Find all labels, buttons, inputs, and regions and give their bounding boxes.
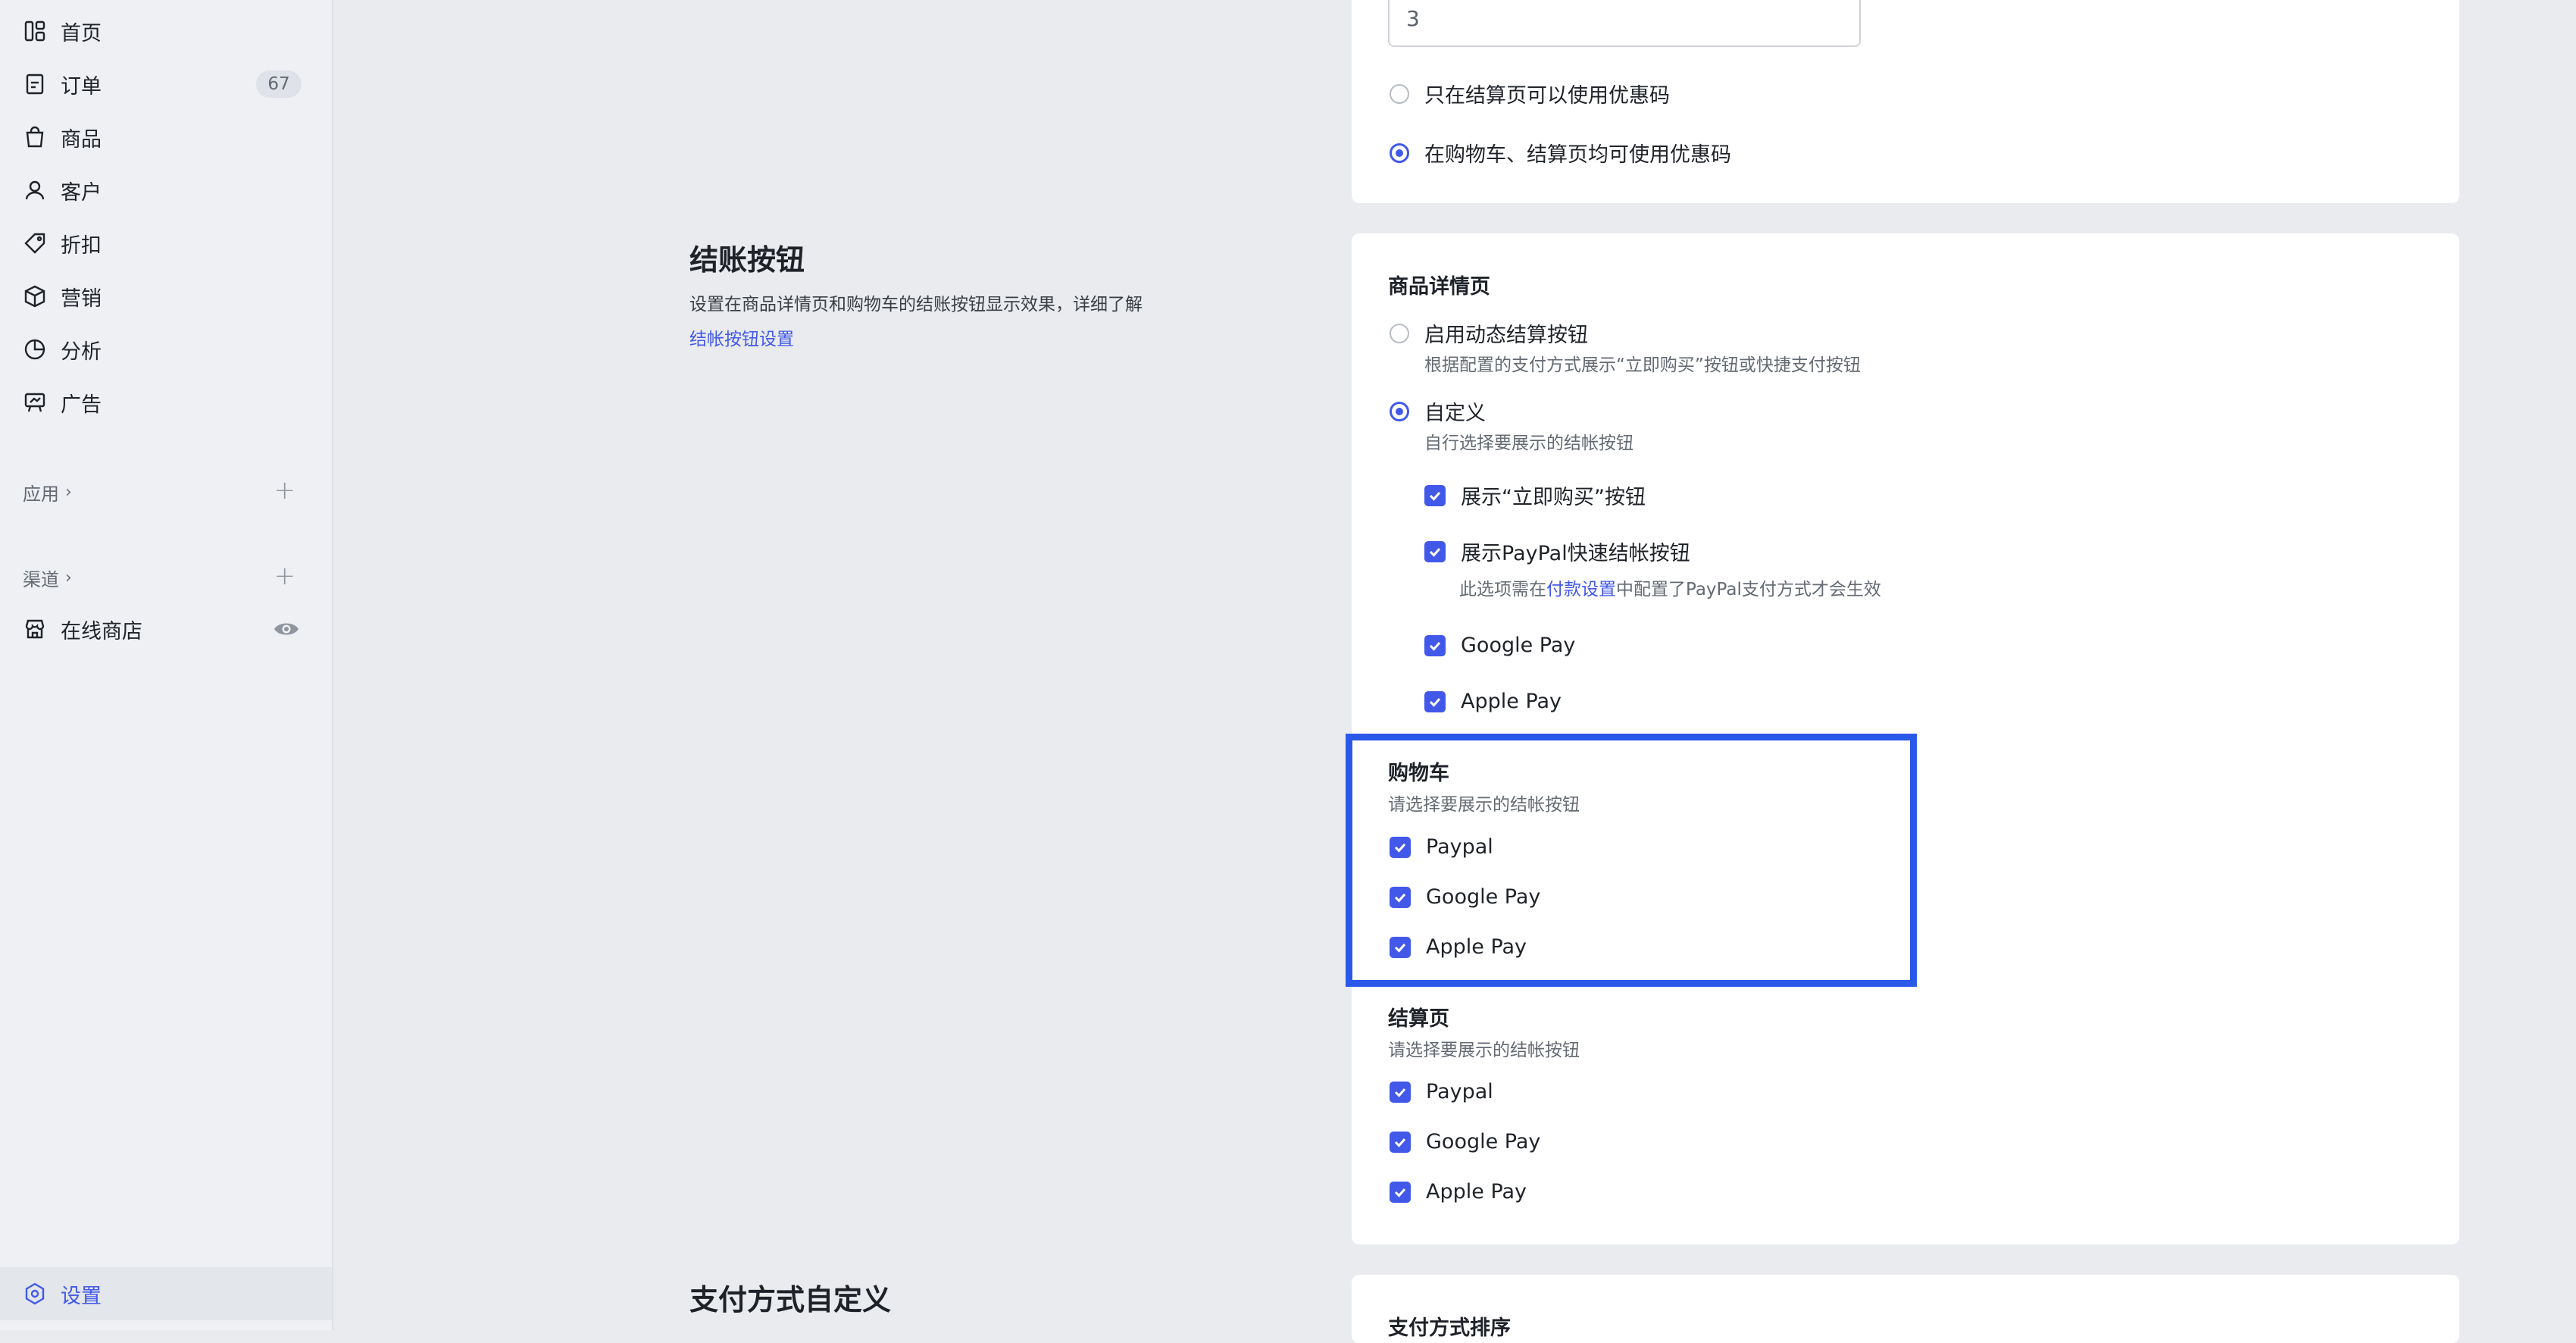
checkbox-label: Apple Pay — [1461, 690, 1562, 713]
user-icon — [23, 178, 47, 202]
checkbox-checked-icon[interactable] — [1424, 690, 1446, 712]
checkbox-checked-icon[interactable] — [1390, 1131, 1411, 1153]
checkbox-label: Google Pay — [1426, 1130, 1541, 1154]
option-dynamic-checkout[interactable]: 启用动态结算按钮 — [1390, 318, 1588, 348]
sidebar-item-label: 首页 — [61, 21, 102, 45]
paypal-note-prefix: 此选项需在 — [1459, 580, 1546, 599]
checkout-settings-link[interactable]: 结帐按钮设置 — [689, 324, 794, 350]
payment-settings-link[interactable]: 付款设置 — [1546, 580, 1616, 599]
radio-selected[interactable] — [1390, 142, 1409, 163]
checkbox-checked-icon[interactable] — [1390, 1081, 1411, 1103]
radio-unselected[interactable] — [1390, 323, 1409, 343]
tag-icon — [23, 231, 47, 255]
option-cart-and-checkout[interactable]: 在购物车、结算页均可使用优惠码 — [1390, 138, 1731, 167]
checkbox-label: Google Pay — [1461, 634, 1576, 657]
sidebar-item-label: 折扣 — [61, 233, 102, 258]
payment-order-title: 支付方式排序 — [1388, 1316, 1511, 1340]
apps-label: 应用 — [23, 484, 59, 505]
sidebar-item-marketing[interactable]: 营销 — [0, 270, 332, 323]
paypal-note-suffix: 中配置了PayPal支付方式才会生效 — [1616, 580, 1881, 599]
checkout-section-title: 结账按钮 — [689, 243, 805, 277]
channels-group-title[interactable]: 渠道 › — [23, 565, 72, 591]
sidebar-item-label: 在线商店 — [61, 619, 142, 643]
checkbox-checked-icon[interactable] — [1424, 540, 1446, 562]
apps-group-title[interactable]: 应用 › — [23, 479, 72, 506]
option-checkout-only[interactable]: 只在结算页可以使用优惠码 — [1390, 79, 1670, 108]
sidebar-item-online-store[interactable]: 在线商店 — [0, 603, 332, 656]
sidebar-item-label: 广告 — [61, 393, 102, 417]
checkbox-checkout-google-pay[interactable]: Google Pay — [1390, 1130, 1540, 1154]
option-label: 只在结算页可以使用优惠码 — [1424, 84, 1670, 108]
channels-label: 渠道 — [23, 569, 59, 590]
checkout-section-desc: 设置在商品详情页和购物车的结账按钮显示效果，详细了解 — [689, 295, 1143, 315]
checkbox-checkout-paypal[interactable]: Paypal — [1390, 1080, 1493, 1104]
paypal-note: 此选项需在付款设置中配置了PayPal支付方式才会生效 — [1459, 574, 1881, 600]
payment-order-card — [1352, 1275, 2459, 1343]
sidebar-item-analytics[interactable]: 分析 — [0, 323, 332, 376]
chevron-right-icon: › — [65, 568, 72, 587]
product-page-title: 商品详情页 — [1388, 275, 1490, 299]
checkbox-label: 展示“立即购买”按钮 — [1461, 486, 1646, 509]
discount-limit-input[interactable]: 3 — [1388, 0, 1861, 47]
option-label: 自定义 — [1424, 402, 1486, 425]
checkbox-product-google-pay[interactable]: Google Pay — [1424, 634, 1575, 657]
radio-selected[interactable] — [1390, 401, 1409, 421]
add-app-icon[interactable]: + — [274, 477, 296, 503]
option-custom[interactable]: 自定义 — [1390, 396, 1486, 426]
checkout-page-desc: 请选择要展示的结帐按钮 — [1388, 1041, 1580, 1060]
checkbox-checked-icon[interactable] — [1390, 1181, 1411, 1203]
option-label: 在购物车、结算页均可使用优惠码 — [1424, 143, 1731, 167]
sidebar-item-customers[interactable]: 客户 — [0, 164, 332, 217]
radio-unselected[interactable] — [1390, 83, 1409, 104]
option-label: 启用动态结算按钮 — [1424, 324, 1588, 347]
checkbox-label: 展示PayPal快速结帐按钮 — [1461, 542, 1690, 565]
store-icon — [23, 617, 47, 641]
payment-section-title: 支付方式自定义 — [689, 1283, 892, 1316]
checkbox-checkout-apple-pay[interactable]: Apple Pay — [1390, 1180, 1527, 1204]
checkbox-checked-icon[interactable] — [1424, 484, 1446, 506]
sidebar-item-discounts[interactable]: 折扣 — [0, 217, 332, 270]
eye-icon[interactable] — [273, 615, 300, 643]
add-channel-icon[interactable]: + — [274, 563, 296, 589]
checkbox-show-paypal[interactable]: 展示PayPal快速结帐按钮 — [1424, 537, 1690, 566]
chevron-right-icon: › — [65, 483, 72, 502]
billboard-icon — [23, 390, 47, 415]
sidebar-item-label: 分析 — [61, 340, 102, 364]
order-icon — [23, 72, 47, 96]
sidebar-item-settings[interactable]: 设置 — [0, 1267, 332, 1320]
sidebar-item-orders[interactable]: 订单 67 — [0, 58, 332, 111]
order-count-badge: 67 — [256, 70, 302, 98]
custom-desc: 自行选择要展示的结帐按钮 — [1424, 434, 1633, 453]
checkout-page-title: 结算页 — [1388, 1007, 1449, 1031]
pie-chart-icon — [23, 337, 47, 362]
checkbox-product-apple-pay[interactable]: Apple Pay — [1424, 690, 1562, 713]
cube-icon — [23, 284, 47, 308]
dashboard-icon — [23, 19, 47, 43]
sidebar-item-ads[interactable]: 广告 — [0, 376, 332, 429]
shopping-bag-icon — [23, 125, 47, 149]
checkbox-show-buy-now[interactable]: 展示“立即购买”按钮 — [1424, 481, 1646, 510]
cart-highlight-box — [1346, 734, 1917, 987]
sidebar-item-products[interactable]: 商品 — [0, 111, 332, 164]
settings-icon — [23, 1282, 47, 1306]
sidebar-item-label: 订单 — [61, 74, 102, 99]
sidebar-item-home[interactable]: 首页 — [0, 5, 332, 58]
checkbox-label: Apple Pay — [1426, 1180, 1527, 1204]
dynamic-checkout-desc: 根据配置的支付方式展示“立即购买”按钮或快捷支付按钮 — [1424, 355, 1861, 375]
sidebar: 首页 订单 67 商品 客户 折扣 营销 分析 广告 应用 › + 渠道 › +… — [0, 0, 333, 1330]
sidebar-item-label: 设置 — [61, 1284, 102, 1308]
sidebar-item-label: 客户 — [61, 180, 102, 205]
sidebar-item-label: 营销 — [61, 286, 102, 311]
input-value: 3 — [1406, 6, 1420, 31]
sidebar-item-label: 商品 — [61, 127, 102, 152]
checkbox-checked-icon[interactable] — [1424, 634, 1446, 656]
checkbox-label: Paypal — [1426, 1080, 1493, 1104]
